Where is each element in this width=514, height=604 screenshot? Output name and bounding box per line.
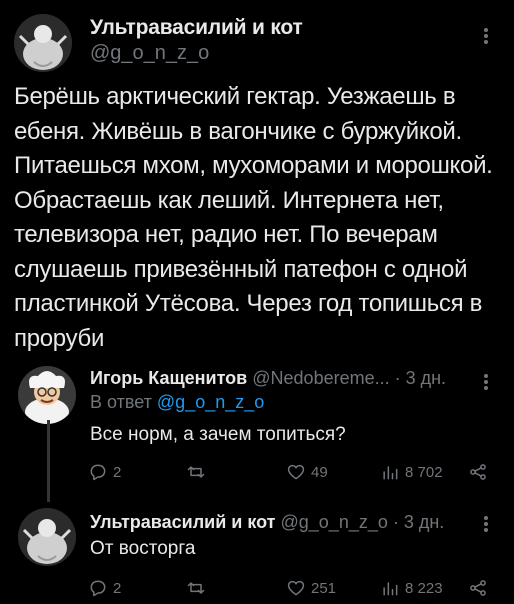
reply-meta[interactable]: @g_o_n_z_o · 3 дн. <box>281 512 445 532</box>
reply-to-prefix: В ответ <box>90 392 152 412</box>
retweet-button[interactable] <box>186 462 211 482</box>
more-vertical-icon[interactable] <box>480 514 492 534</box>
views-button[interactable]: 8 223 <box>380 578 443 598</box>
reply-count: 2 <box>113 463 122 481</box>
like-button[interactable]: 251 <box>286 578 336 598</box>
reply-author-name[interactable]: Игорь Кащенитов <box>90 368 247 388</box>
views-chart-icon <box>383 466 398 480</box>
tweet-text: Берёшь арктический гектар. Уезжаешь в еб… <box>14 83 493 352</box>
author-name[interactable]: Ультравасилий и кот <box>90 16 303 40</box>
heart-icon <box>287 580 305 596</box>
reply-meta[interactable]: @Nedobereme... · 3 дн. <box>252 368 446 388</box>
views-count: 8 223 <box>405 579 443 597</box>
reply-to-handle[interactable]: @g_o_n_z_o <box>157 392 264 412</box>
reply-count: 2 <box>113 579 122 597</box>
like-count: 49 <box>311 463 328 481</box>
reply-header: Ультравасилий и кот @g_o_n_z_o · 3 дн. <box>90 512 444 533</box>
retweet-icon <box>187 582 205 594</box>
reply-button[interactable]: 2 <box>88 462 121 482</box>
like-button[interactable]: 49 <box>286 462 328 482</box>
reply-to-line: В ответ @g_o_n_z_o <box>90 392 264 413</box>
comment-icon <box>90 464 106 481</box>
more-vertical-icon[interactable] <box>480 372 492 392</box>
share-icon <box>470 580 486 596</box>
views-button[interactable]: 8 702 <box>380 462 443 482</box>
thread-connector <box>47 420 50 502</box>
more-vertical-icon[interactable] <box>480 26 492 46</box>
retweet-button[interactable] <box>186 578 211 598</box>
author-handle[interactable]: @g_o_n_z_o <box>90 42 209 65</box>
share-icon <box>470 464 486 480</box>
share-button[interactable] <box>468 578 488 598</box>
reply-text: Все норм, а зачем топиться? <box>90 424 346 445</box>
like-count: 251 <box>311 579 337 597</box>
author-avatar[interactable] <box>14 14 72 72</box>
reply-text: От восторга <box>90 538 196 559</box>
share-button[interactable] <box>468 462 488 482</box>
views-count: 8 702 <box>405 463 443 481</box>
retweet-icon <box>187 466 205 478</box>
views-chart-icon <box>383 582 398 596</box>
comment-icon <box>90 580 106 597</box>
reply-header: Игорь Кащенитов @Nedobereme... · 3 дн. <box>90 368 446 389</box>
reply-avatar[interactable] <box>18 366 76 424</box>
reply-author-name[interactable]: Ультравасилий и кот <box>90 512 275 532</box>
heart-icon <box>287 464 305 480</box>
reply-avatar[interactable] <box>18 508 76 566</box>
reply-button[interactable]: 2 <box>88 578 121 598</box>
